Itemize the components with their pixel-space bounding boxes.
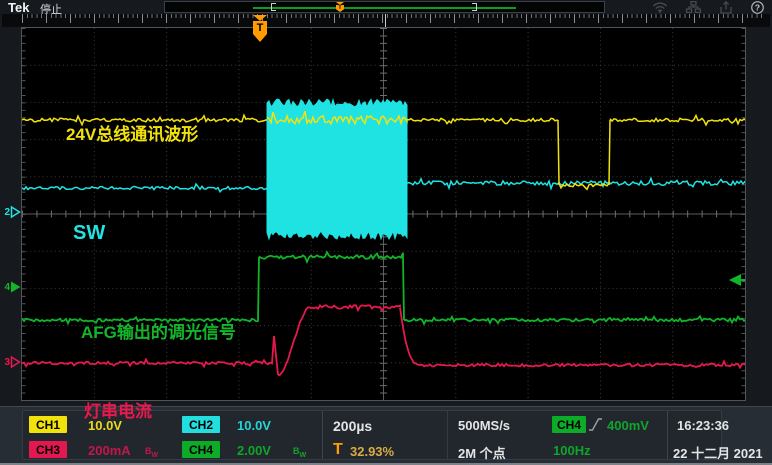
trace-label-ch1: 24V总线通讯波形 bbox=[66, 120, 198, 145]
oscilloscope-screen: Tek 停止 T bbox=[0, 0, 772, 465]
ch1-badge[interactable]: CH1 bbox=[29, 416, 67, 433]
channel4-marker-arrow bbox=[10, 280, 21, 294]
trigger-position-readout[interactable]: 32.93% bbox=[350, 444, 394, 459]
help-icon[interactable]: ? bbox=[751, 1, 764, 14]
channel2-marker-number: 2 bbox=[2, 207, 10, 218]
record-overview-bar[interactable]: T bbox=[164, 1, 605, 13]
channel2-marker-arrow bbox=[10, 205, 21, 219]
trigger-flag-tip bbox=[253, 15, 267, 21]
channel2-ground-marker[interactable]: 2 bbox=[2, 205, 22, 219]
timebase-readout[interactable]: 200µs bbox=[333, 418, 372, 434]
ch4-scale[interactable]: 2.00V bbox=[237, 443, 271, 458]
channel4-ground-marker[interactable]: 4 bbox=[2, 280, 22, 294]
top-bar: Tek 停止 T bbox=[0, 0, 772, 14]
overview-trigger-marker-tip bbox=[336, 2, 344, 5]
trigger-frequency-readout: 100Hz bbox=[553, 443, 591, 458]
wifi-icon[interactable] bbox=[652, 1, 668, 13]
overview-window-left-bracket[interactable] bbox=[271, 3, 276, 11]
trigger-source-badge[interactable]: CH4 bbox=[552, 416, 586, 433]
waveform-canvas bbox=[22, 28, 745, 400]
export-icon[interactable] bbox=[719, 1, 733, 14]
status-divider-1 bbox=[322, 411, 323, 459]
channel3-marker-number: 3 bbox=[2, 357, 10, 368]
waveform-display[interactable]: 24V总线通讯波形 SW AFG输出的调光信号 灯串电流 bbox=[21, 27, 746, 401]
record-length-readout: 2M 个点 bbox=[458, 443, 506, 462]
ch3-bandwidth-limit-icon: BW bbox=[145, 446, 158, 459]
status-divider-3 bbox=[667, 411, 668, 459]
ch4-badge[interactable]: CH4 bbox=[182, 441, 220, 458]
trigger-t-glyph: T bbox=[333, 441, 343, 459]
trace-label-ch3: 灯串电流 bbox=[84, 397, 152, 422]
network-icon[interactable] bbox=[686, 1, 701, 13]
expansion-point-marker bbox=[385, 14, 386, 27]
status-divider-2 bbox=[447, 411, 448, 459]
clock-time: 16:23:36 bbox=[677, 418, 729, 433]
ch3-badge[interactable]: CH3 bbox=[29, 441, 67, 458]
trigger-position-flag[interactable]: T bbox=[252, 15, 268, 44]
overview-window-right-bracket[interactable] bbox=[472, 3, 477, 11]
channel3-marker-arrow bbox=[10, 355, 21, 369]
clock-date: 22 十二月 2021 bbox=[673, 443, 763, 462]
overview-trigger-marker[interactable]: T bbox=[335, 2, 345, 12]
trigger-level-readout[interactable]: 400mV bbox=[607, 418, 649, 433]
sample-rate-readout: 500MS/s bbox=[458, 418, 510, 433]
help-glyph: ? bbox=[755, 2, 760, 12]
ch2-scale[interactable]: 10.0V bbox=[237, 418, 271, 433]
ch4-bandwidth-limit-icon: BW bbox=[293, 446, 306, 459]
horizontal-position-ruler[interactable] bbox=[2, 14, 770, 27]
tek-logo: Tek bbox=[8, 0, 29, 15]
channel4-marker-number: 4 bbox=[2, 282, 10, 293]
channel3-ground-marker[interactable]: 3 bbox=[2, 355, 22, 369]
trigger-slope-rising-icon bbox=[588, 417, 603, 432]
trace-label-ch4: AFG输出的调光信号 bbox=[81, 318, 236, 343]
trace-label-ch2: SW bbox=[73, 222, 105, 245]
trigger-flag-label: T bbox=[253, 21, 267, 42]
ch3-scale[interactable]: 200mA bbox=[88, 443, 131, 458]
overview-trigger-marker-label: T bbox=[336, 5, 344, 12]
ch2-badge[interactable]: CH2 bbox=[182, 416, 220, 433]
